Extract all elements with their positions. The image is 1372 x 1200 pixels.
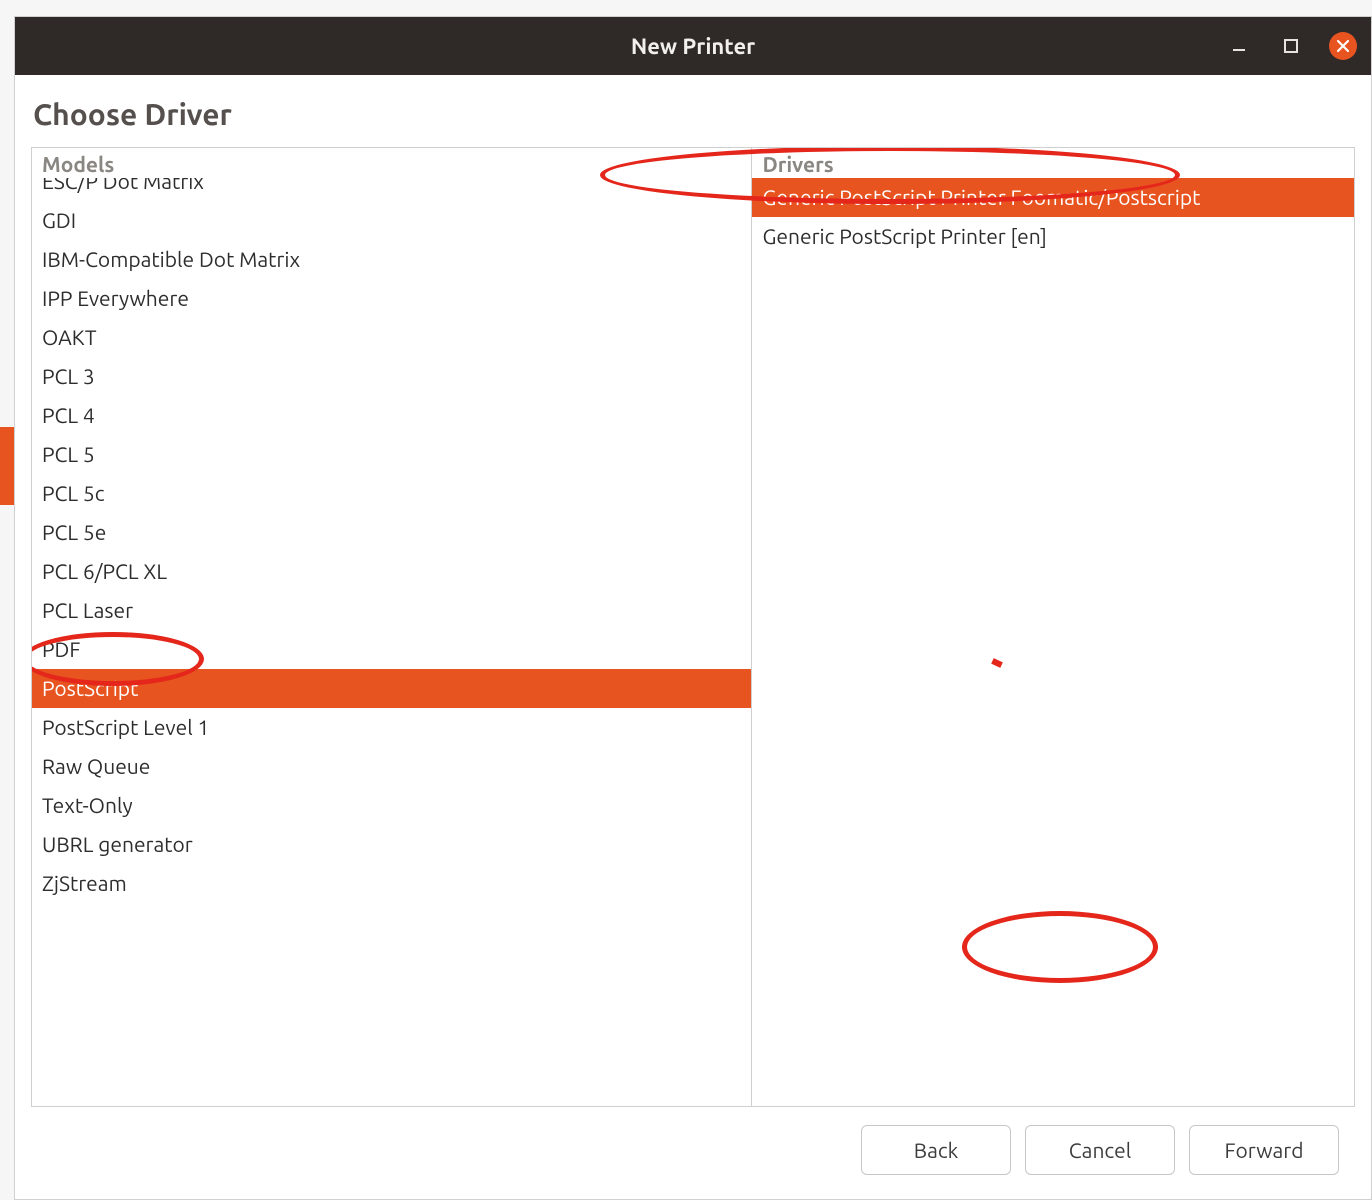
maximize-button[interactable] xyxy=(1277,32,1305,60)
close-icon xyxy=(1336,39,1350,53)
dialog-window: New Printer Choose Driver Models ESC/P D… xyxy=(14,16,1372,1200)
drivers-list[interactable]: Generic PostScript Printer Foomatic/Post… xyxy=(752,178,1354,1106)
close-button[interactable] xyxy=(1329,32,1357,60)
list-item[interactable]: OAKT xyxy=(32,318,751,357)
window-controls xyxy=(1225,17,1357,75)
drivers-header: Drivers xyxy=(752,148,1354,178)
drivers-pane: Drivers Generic PostScript Printer Fooma… xyxy=(752,148,1354,1106)
back-button[interactable]: Back xyxy=(861,1125,1011,1175)
list-item[interactable]: PCL 5e xyxy=(32,513,751,552)
panes-container: Models ESC/P Dot MatrixGDIIBM-Compatible… xyxy=(31,147,1355,1107)
list-item[interactable]: PostScript xyxy=(32,669,751,708)
window-title: New Printer xyxy=(631,34,755,59)
list-item[interactable]: Generic PostScript Printer Foomatic/Post… xyxy=(752,178,1354,217)
maximize-icon xyxy=(1284,39,1298,53)
background-stripe xyxy=(0,427,14,505)
list-item[interactable]: ESC/P Dot Matrix xyxy=(32,178,751,201)
list-item[interactable]: PDF xyxy=(32,630,751,669)
dialog-buttons: Back Cancel Forward xyxy=(31,1107,1355,1199)
titlebar: New Printer xyxy=(15,17,1371,75)
list-item[interactable]: PCL 4 xyxy=(32,396,751,435)
list-item[interactable]: PostScript Level 1 xyxy=(32,708,751,747)
list-item[interactable]: PCL Laser xyxy=(32,591,751,630)
page-title: Choose Driver xyxy=(33,97,1355,131)
list-item[interactable]: PCL 5 xyxy=(32,435,751,474)
models-list[interactable]: ESC/P Dot MatrixGDIIBM-Compatible Dot Ma… xyxy=(32,178,751,1106)
forward-button[interactable]: Forward xyxy=(1189,1125,1339,1175)
list-item[interactable]: PCL 5c xyxy=(32,474,751,513)
minimize-icon xyxy=(1231,38,1247,54)
list-item[interactable]: Text-Only xyxy=(32,786,751,825)
list-item[interactable]: PCL 3 xyxy=(32,357,751,396)
list-item[interactable]: Generic PostScript Printer [en] xyxy=(752,217,1354,256)
dialog-content: Choose Driver Models ESC/P Dot MatrixGDI… xyxy=(15,75,1371,1199)
minimize-button[interactable] xyxy=(1225,32,1253,60)
list-item[interactable]: UBRL generator xyxy=(32,825,751,864)
list-item[interactable]: IPP Everywhere xyxy=(32,279,751,318)
models-header: Models xyxy=(32,148,751,178)
list-item[interactable]: PCL 6/PCL XL xyxy=(32,552,751,591)
models-pane: Models ESC/P Dot MatrixGDIIBM-Compatible… xyxy=(32,148,752,1106)
list-item[interactable]: GDI xyxy=(32,201,751,240)
list-item[interactable]: ZjStream xyxy=(32,864,751,903)
list-item[interactable]: Raw Queue xyxy=(32,747,751,786)
list-item[interactable]: IBM-Compatible Dot Matrix xyxy=(32,240,751,279)
cancel-button[interactable]: Cancel xyxy=(1025,1125,1175,1175)
